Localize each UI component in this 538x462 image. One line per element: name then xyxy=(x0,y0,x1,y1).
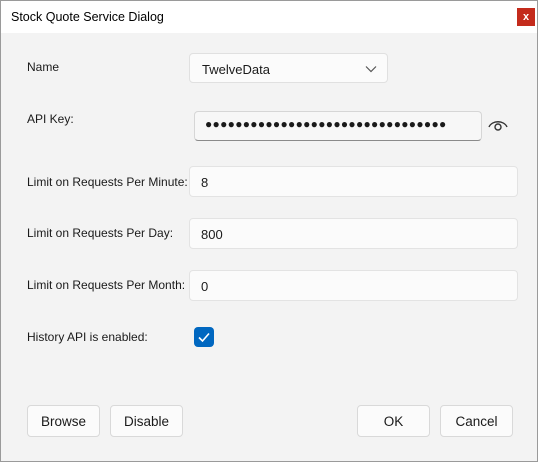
chevron-down-icon xyxy=(365,66,377,73)
per-day-input[interactable]: 800 xyxy=(189,218,518,249)
per-minute-label: Limit on Requests Per Minute: xyxy=(27,175,188,189)
browse-button[interactable]: Browse xyxy=(27,405,100,437)
stock-quote-service-dialog: Stock Quote Service Dialog x Name Twelve… xyxy=(0,0,538,462)
api-key-masked-value: ●●●●●●●●●●●●●●●●●●●●●●●●●●●●●●●● xyxy=(205,117,447,131)
per-month-input[interactable]: 0 xyxy=(189,270,518,301)
per-month-label: Limit on Requests Per Month: xyxy=(27,278,186,292)
per-day-value: 800 xyxy=(201,227,223,242)
checkmark-icon xyxy=(198,332,210,343)
api-key-label: API Key: xyxy=(27,112,74,126)
disable-button[interactable]: Disable xyxy=(110,405,183,437)
ok-button[interactable]: OK xyxy=(357,405,430,437)
per-minute-input[interactable]: 8 xyxy=(189,166,518,197)
history-api-checkbox[interactable] xyxy=(194,327,214,347)
eye-icon[interactable] xyxy=(487,116,509,134)
title-bar: Stock Quote Service Dialog x xyxy=(1,1,537,33)
per-day-label: Limit on Requests Per Day: xyxy=(27,226,174,240)
per-minute-value: 8 xyxy=(201,175,209,190)
window-title: Stock Quote Service Dialog xyxy=(11,10,164,24)
per-month-value: 0 xyxy=(201,279,209,294)
cancel-button[interactable]: Cancel xyxy=(440,405,513,437)
api-key-field[interactable]: ●●●●●●●●●●●●●●●●●●●●●●●●●●●●●●●● xyxy=(194,111,482,141)
name-dropdown[interactable]: TwelveData xyxy=(189,53,388,83)
close-button[interactable]: x xyxy=(517,8,535,26)
name-dropdown-value: TwelveData xyxy=(202,62,270,77)
history-api-label: History API is enabled: xyxy=(27,330,148,344)
name-label: Name xyxy=(27,60,60,74)
